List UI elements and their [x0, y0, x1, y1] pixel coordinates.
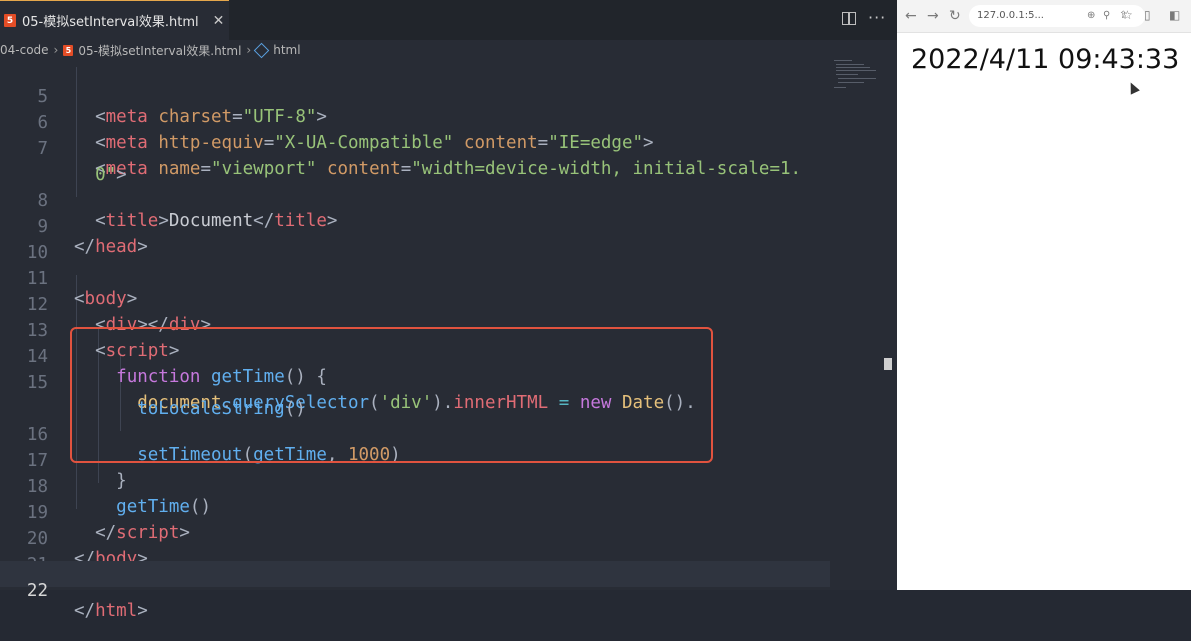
minimap-line — [838, 78, 876, 79]
address-url: 127.0.0.1:5... — [977, 10, 1044, 21]
minimap-line — [836, 64, 864, 65]
code-line: 7 <meta name="viewport" content="width=d… — [0, 119, 830, 179]
code-line: 10 — [0, 223, 830, 263]
minimap-line — [836, 67, 870, 68]
tab-strip-icon[interactable]: ◧ — [1169, 8, 1180, 22]
code-line: 20 </body> — [0, 509, 830, 569]
minimap-line — [834, 87, 846, 88]
tab-label: 05-模拟setInterval效果.html — [22, 15, 199, 30]
code-line: 9 </head> — [0, 197, 830, 257]
star-icon[interactable]: ☆ — [1122, 8, 1133, 22]
highlight-box — [70, 327, 713, 463]
tab-bar: 5 05-模拟setInterval效果.html ✕ ··· — [0, 0, 897, 40]
sidebar-icon[interactable]: ▯ — [1144, 8, 1151, 22]
scrollbar-thumb[interactable] — [884, 358, 892, 370]
back-icon[interactable]: ← — [905, 8, 917, 24]
browser-toolbar: ← → ↻ 127.0.0.1:5... ⊕ ⚲ ⇪ ☆ ▯ ◧ — [897, 0, 1191, 33]
minimap-line — [836, 70, 876, 71]
breadcrumb-file-label: 05-模拟setInterval效果.html — [78, 43, 242, 58]
browser-window: ← → ↻ 127.0.0.1:5... ⊕ ⚲ ⇪ ☆ ▯ ◧ 2022/4/… — [897, 0, 1191, 590]
code-text: </html> — [74, 601, 148, 621]
forward-icon[interactable]: → — [927, 8, 939, 24]
code-line: 19 </script> — [0, 483, 830, 543]
breadcrumb: 04-code › 5 05-模拟setInterval效果.html › ht… — [0, 40, 897, 60]
close-icon[interactable]: ✕ — [213, 13, 225, 29]
code-line: 13 <script> — [0, 301, 830, 361]
breadcrumb-folder[interactable]: 04-code — [0, 43, 49, 57]
code-editor: 5 05-模拟setInterval效果.html ✕ ··· 04-code … — [0, 0, 897, 621]
address-bar[interactable]: 127.0.0.1:5... ⊕ ⚲ ⇪ — [969, 5, 1145, 27]
zoom-icon[interactable]: ⚲ — [1103, 5, 1110, 27]
html5-icon: 5 — [63, 44, 74, 56]
minimap-line — [836, 74, 858, 75]
split-editor-icon[interactable] — [842, 12, 856, 25]
more-actions-icon[interactable]: ··· — [868, 8, 886, 27]
mouse-cursor-icon — [1126, 80, 1140, 95]
breadcrumb-node[interactable]: html — [253, 42, 301, 58]
tab-05-html[interactable]: 5 05-模拟setInterval效果.html ✕ — [0, 0, 229, 40]
code-line: 5 <meta charset="UTF-8"> — [0, 67, 830, 127]
chevron-right-icon: › — [53, 43, 59, 57]
breadcrumb-node-label: html — [273, 43, 301, 57]
code-line-current: 22 </html> — [0, 561, 830, 621]
chevron-right-icon: › — [246, 43, 252, 57]
translate-icon[interactable]: ⊕ — [1087, 5, 1095, 27]
reload-icon[interactable]: ↻ — [949, 8, 961, 24]
minimap-line — [834, 60, 852, 61]
code-line: 11 <body> — [0, 249, 830, 309]
element-icon — [253, 42, 270, 58]
code-line: 8 <title>Document</title> — [0, 171, 830, 231]
line-number: 22 — [26, 581, 48, 601]
displayed-time: 2022/4/11 09:43:33 — [911, 44, 1180, 75]
html5-icon: 5 — [4, 14, 16, 27]
minimap-line — [838, 82, 864, 83]
code-line: 6 <meta http-equiv="X-UA-Compatible" con… — [0, 93, 830, 153]
breadcrumb-file[interactable]: 5 05-模拟setInterval效果.html — [63, 42, 241, 59]
minimap[interactable] — [832, 58, 882, 94]
code-line-wrapped: 0"> — [0, 145, 830, 185]
code-line: 12 <div></div> — [0, 275, 830, 335]
code-line: 21 — [0, 535, 830, 575]
